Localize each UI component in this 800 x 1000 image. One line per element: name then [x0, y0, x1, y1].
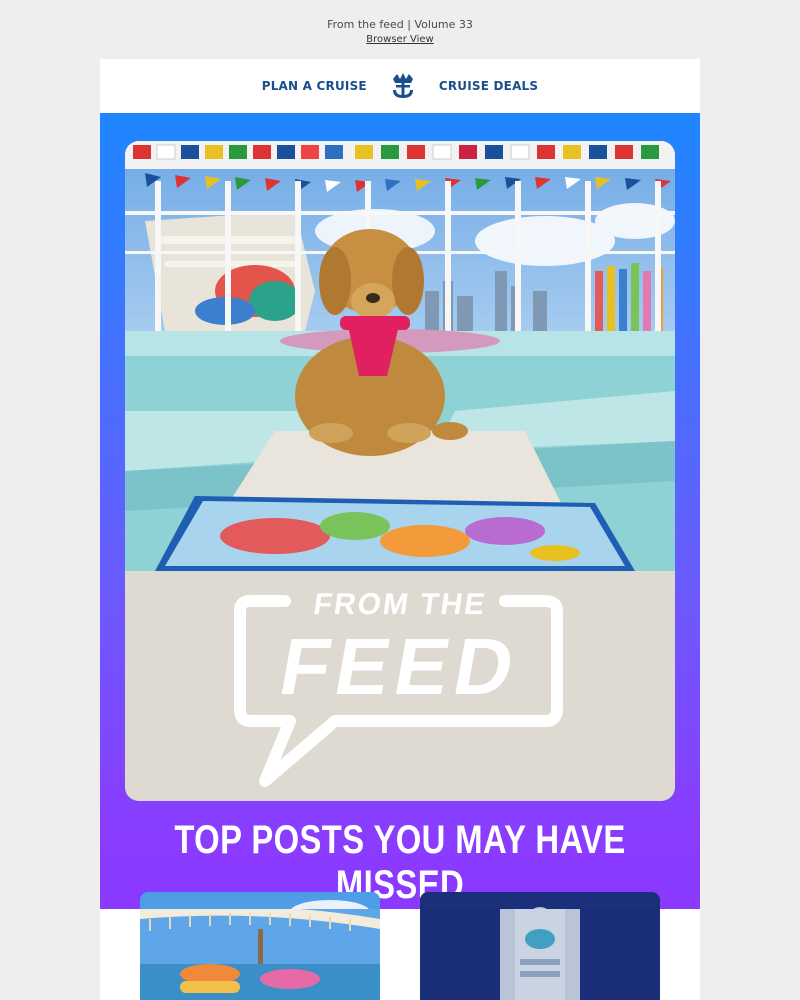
plan-a-cruise-link[interactable]: PLAN A CRUISE — [262, 79, 367, 93]
email-background: From the feed | Volume 33 Browser View P… — [8, 0, 792, 1000]
preheader-title: From the feed | Volume 33 — [327, 18, 473, 31]
hero-section: FROM THE FEED TOP POSTS YOU MAY HAVE MIS… — [100, 113, 700, 963]
cruise-deals-link[interactable]: CRUISE DEALS — [439, 79, 538, 93]
ship-aerial-image-lower — [420, 909, 660, 1000]
post-card-beach-lower[interactable] — [140, 909, 380, 1000]
top-nav: PLAN A CRUISE CRUISE DEALS — [100, 59, 700, 113]
logo-line-2: FEED — [273, 622, 527, 711]
email-container: PLAN A CRUISE CRUISE DEALS FROM THE FEED… — [100, 59, 700, 1000]
preheader: From the feed | Volume 33 Browser View — [8, 0, 792, 45]
hero-photo[interactable]: FROM THE FEED — [125, 141, 675, 801]
beach-umbrella-image-lower — [140, 909, 380, 1000]
browser-view-link[interactable]: Browser View — [8, 32, 792, 47]
crown-anchor-icon[interactable] — [389, 71, 417, 101]
post-card-ship-lower[interactable] — [420, 909, 660, 1000]
logo-line-1: FROM THE — [311, 588, 489, 621]
